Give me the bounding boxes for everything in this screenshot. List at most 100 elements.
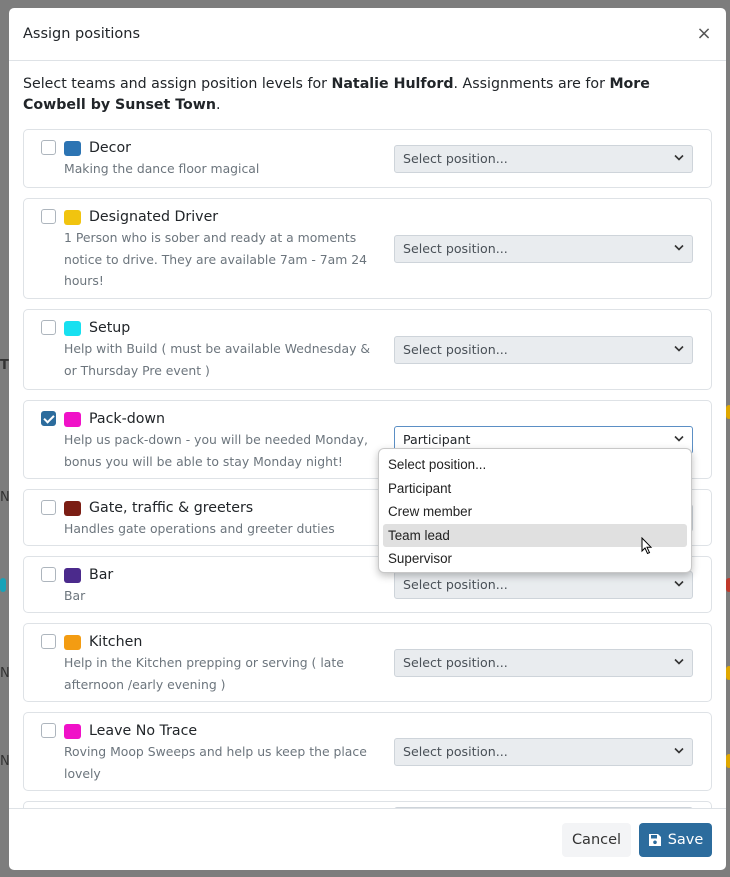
assign-positions-modal: Assign positions × Select teams and assi…	[9, 8, 726, 870]
backdrop-badge	[726, 578, 730, 592]
position-select[interactable]: Select position...	[394, 234, 693, 263]
team-card: Kitchen Help in the Kitchen prepping or …	[23, 623, 712, 702]
team-heading: Gate, traffic & greeters	[64, 498, 335, 518]
team-info: Kitchen Help in the Kitchen prepping or …	[64, 632, 377, 695]
team-position: Select position...	[394, 648, 693, 677]
modal-title: Assign positions	[23, 26, 141, 42]
team-info: Gate, traffic & greeters Handles gate op…	[64, 498, 335, 540]
team-color-swatch	[64, 140, 81, 156]
team-name: Decor	[89, 140, 131, 156]
chevron-down-icon	[674, 579, 684, 590]
team-position: Select position...	[394, 570, 693, 599]
save-label: Save	[667, 831, 704, 848]
team-checkbox[interactable]	[41, 320, 56, 335]
team-name: Pack-down	[89, 411, 166, 427]
team-checkbox[interactable]	[41, 567, 56, 582]
team-color-swatch	[64, 723, 81, 739]
chevron-down-icon	[674, 153, 684, 164]
team-info: Bar Bar	[64, 565, 113, 607]
team-card: Setup Help with Build ( must be availabl…	[23, 309, 712, 390]
team-color-swatch	[64, 567, 81, 583]
team-description: Bar	[64, 588, 86, 603]
backdrop-badge	[726, 405, 730, 419]
dropdown-option[interactable]: Select position...	[383, 453, 687, 477]
team-card: Designated Driver 1 Person who is sober …	[23, 198, 712, 299]
intro-middle: . Assignments are for	[453, 76, 610, 92]
position-select-value: Select position...	[403, 342, 508, 357]
team-color-swatch	[64, 320, 81, 336]
team-heading: Leave No Trace	[64, 721, 377, 741]
team-heading: Decor	[64, 138, 259, 158]
team-info: Decor Making the dance floor magical	[64, 138, 259, 180]
position-select-value: Select position...	[403, 151, 508, 166]
team-checkbox[interactable]	[41, 723, 56, 738]
dropdown-option[interactable]: Participant	[383, 477, 687, 501]
team-description: Handles gate operations and greeter duti…	[64, 521, 335, 536]
intro-text: Select teams and assign position levels …	[23, 74, 712, 116]
intro-suffix: .	[216, 97, 221, 113]
team-position: Select position...	[394, 335, 693, 364]
position-select[interactable]: Select position...	[394, 737, 693, 766]
chevron-down-icon	[674, 243, 684, 254]
team-info: Leave No Trace Roving Moop Sweeps and he…	[64, 721, 377, 784]
team-color-swatch	[64, 411, 81, 427]
intro-prefix: Select teams and assign position levels …	[23, 76, 332, 92]
position-select-value: Select position...	[403, 241, 508, 256]
backdrop-badge	[726, 666, 730, 680]
team-details: Decor Making the dance floor magical	[41, 138, 377, 180]
team-description: Help with Build ( must be available Wedn…	[64, 341, 371, 378]
position-select-value: Select position...	[403, 577, 508, 592]
team-heading: Setup	[64, 318, 377, 338]
team-heading: Bar	[64, 565, 113, 585]
team-name: Bar	[89, 567, 114, 583]
team-position: Select position...	[394, 737, 693, 766]
team-description: Help us pack-down - you will be needed M…	[64, 432, 368, 469]
position-select-value: Select position...	[403, 655, 508, 670]
team-position: Select position...	[394, 234, 693, 263]
cancel-button[interactable]: Cancel	[562, 822, 631, 857]
team-details: Bar Bar	[41, 565, 377, 607]
team-name: Designated Driver	[89, 209, 219, 225]
position-select-value: Participant	[403, 432, 471, 447]
team-name: Setup	[89, 320, 131, 336]
team-info: Pack-down Help us pack-down - you will b…	[64, 409, 377, 472]
chevron-down-icon	[674, 434, 684, 445]
backdrop-badge	[726, 754, 730, 768]
save-button[interactable]: Save	[639, 822, 712, 857]
team-details: Gate, traffic & greeters Handles gate op…	[41, 498, 377, 540]
modal-header: Assign positions ×	[9, 8, 726, 61]
team-checkbox[interactable]	[41, 634, 56, 649]
position-select[interactable]: Select position...	[394, 144, 693, 173]
team-details: Leave No Trace Roving Moop Sweeps and he…	[41, 721, 377, 784]
team-details: Setup Help with Build ( must be availabl…	[41, 318, 377, 381]
team-name: Kitchen	[89, 634, 143, 650]
backdrop-fragment: T	[0, 358, 9, 373]
team-details: Kitchen Help in the Kitchen prepping or …	[41, 632, 377, 695]
mouse-cursor-icon	[641, 537, 653, 555]
close-icon[interactable]: ×	[694, 24, 714, 44]
team-checkbox[interactable]	[41, 140, 56, 155]
chevron-down-icon	[674, 746, 684, 757]
backdrop-badge	[0, 578, 6, 592]
team-color-swatch	[64, 500, 81, 516]
team-name: Gate, traffic & greeters	[89, 500, 254, 516]
team-position: Select position...	[394, 144, 693, 173]
position-select[interactable]: Select position...	[394, 335, 693, 364]
position-select[interactable]: Select position...	[394, 570, 693, 599]
team-info: Designated Driver 1 Person who is sober …	[64, 207, 377, 292]
team-details: Designated Driver 1 Person who is sober …	[41, 207, 377, 292]
floppy-disk-icon	[648, 833, 661, 846]
team-heading: Designated Driver	[64, 207, 377, 227]
position-select[interactable]: Select position...	[394, 648, 693, 677]
person-name: Natalie Hulford	[331, 76, 454, 92]
team-checkbox[interactable]	[41, 411, 56, 426]
team-color-swatch	[64, 209, 81, 225]
team-heading: Kitchen	[64, 632, 377, 652]
modal-body[interactable]: Select teams and assign position levels …	[9, 62, 726, 808]
dropdown-option[interactable]: Crew member	[383, 500, 687, 524]
team-checkbox[interactable]	[41, 209, 56, 224]
chevron-down-icon	[674, 657, 684, 668]
team-checkbox[interactable]	[41, 500, 56, 515]
team-heading: Pack-down	[64, 409, 377, 429]
team-card: Rangers Select position...	[23, 801, 712, 808]
